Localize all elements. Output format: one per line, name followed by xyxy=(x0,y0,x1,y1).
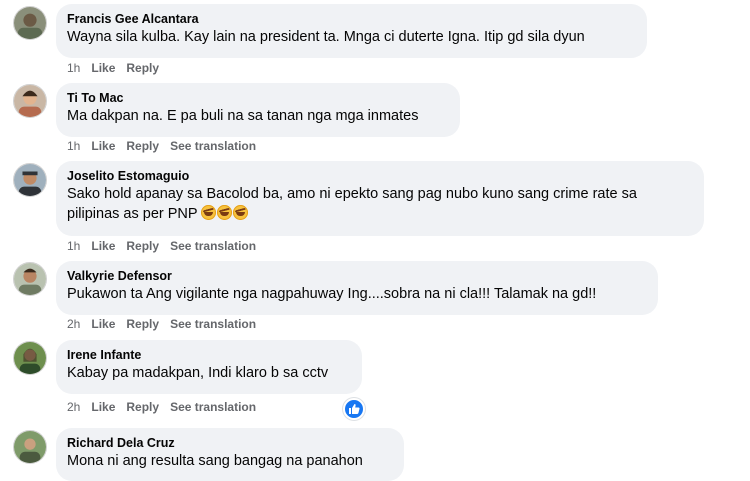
comment-author[interactable]: Joselito Estomaguio xyxy=(67,168,693,184)
comment-actions: 2h Like Reply See translation xyxy=(67,316,267,332)
reply-button[interactable]: Reply xyxy=(126,139,159,153)
rofl-emoji-icon xyxy=(217,205,233,220)
comment-time[interactable]: 2h xyxy=(67,400,80,414)
comment-actions: 1h Like Reply See translation xyxy=(67,238,267,254)
comment-author[interactable]: Francis Gee Alcantara xyxy=(67,11,636,27)
comment-text: Kabay pa madakpan, Indi klaro b sa cctv xyxy=(67,365,329,381)
like-button[interactable]: Like xyxy=(91,139,115,153)
like-button[interactable]: Like xyxy=(91,239,115,253)
avatar[interactable] xyxy=(13,341,47,375)
rofl-emoji-icon xyxy=(201,205,217,220)
avatar[interactable] xyxy=(13,262,47,296)
comment-bubble: Irene Infante Kabay pa madakpan, Indi kl… xyxy=(56,340,362,394)
avatar[interactable] xyxy=(13,6,47,40)
comment-bubble: Francis Gee Alcantara Wayna sila kulba. … xyxy=(56,4,647,58)
reply-button[interactable]: Reply xyxy=(126,239,159,253)
comment-actions: 1h Like Reply xyxy=(67,60,170,76)
comment-bubble: Valkyrie Defensor Pukawon ta Ang vigilan… xyxy=(56,261,658,315)
comment-author[interactable]: Valkyrie Defensor xyxy=(67,268,647,284)
comment-time[interactable]: 2h xyxy=(67,317,80,331)
comment-author[interactable]: Ti To Mac xyxy=(67,90,449,106)
avatar[interactable] xyxy=(13,163,47,197)
comment-text: Ma dakpan na. E pa buli na sa tanan nga … xyxy=(67,108,419,124)
comment-time[interactable]: 1h xyxy=(67,239,80,253)
see-translation-link[interactable]: See translation xyxy=(170,317,256,331)
reply-button[interactable]: Reply xyxy=(126,317,159,331)
comment-text: Pukawon ta Ang vigilante nga nagpahuway … xyxy=(67,286,597,302)
avatar[interactable] xyxy=(13,84,47,118)
comment-time[interactable]: 1h xyxy=(67,61,80,75)
comment-bubble: Joselito Estomaguio Sako hold apanay sa … xyxy=(56,161,704,236)
comment-text: Mona ni ang resulta sang bangag na panah… xyxy=(67,453,363,469)
reply-button[interactable]: Reply xyxy=(126,400,159,414)
comment-text: Wayna sila kulba. Kay lain na president … xyxy=(67,29,585,45)
like-reaction-icon[interactable] xyxy=(343,398,365,420)
comment-text-line-2: pilipinas as per PNP xyxy=(67,204,693,224)
see-translation-link[interactable]: See translation xyxy=(170,139,256,153)
reply-button[interactable]: Reply xyxy=(126,61,159,75)
comment-actions: 1h Like Reply See translation xyxy=(67,138,267,154)
comment-actions: 2h Like Reply See translation xyxy=(67,399,267,415)
see-translation-link[interactable]: See translation xyxy=(170,239,256,253)
like-button[interactable]: Like xyxy=(91,61,115,75)
comment-bubble: Ti To Mac Ma dakpan na. E pa buli na sa … xyxy=(56,83,460,137)
like-button[interactable]: Like xyxy=(91,400,115,414)
avatar[interactable] xyxy=(13,430,47,464)
comment-bubble: Richard Dela Cruz Mona ni ang resulta sa… xyxy=(56,428,404,481)
comment-text-line-2-words: pilipinas as per PNP xyxy=(67,206,198,222)
like-button[interactable]: Like xyxy=(91,317,115,331)
comment-author[interactable]: Irene Infante xyxy=(67,347,351,363)
rofl-emoji-icon xyxy=(233,205,249,220)
comment-text-line-1: Sako hold apanay sa Bacolod ba, amo ni e… xyxy=(67,186,637,202)
comment-author[interactable]: Richard Dela Cruz xyxy=(67,435,393,451)
comment-time[interactable]: 1h xyxy=(67,139,80,153)
see-translation-link[interactable]: See translation xyxy=(170,400,256,414)
